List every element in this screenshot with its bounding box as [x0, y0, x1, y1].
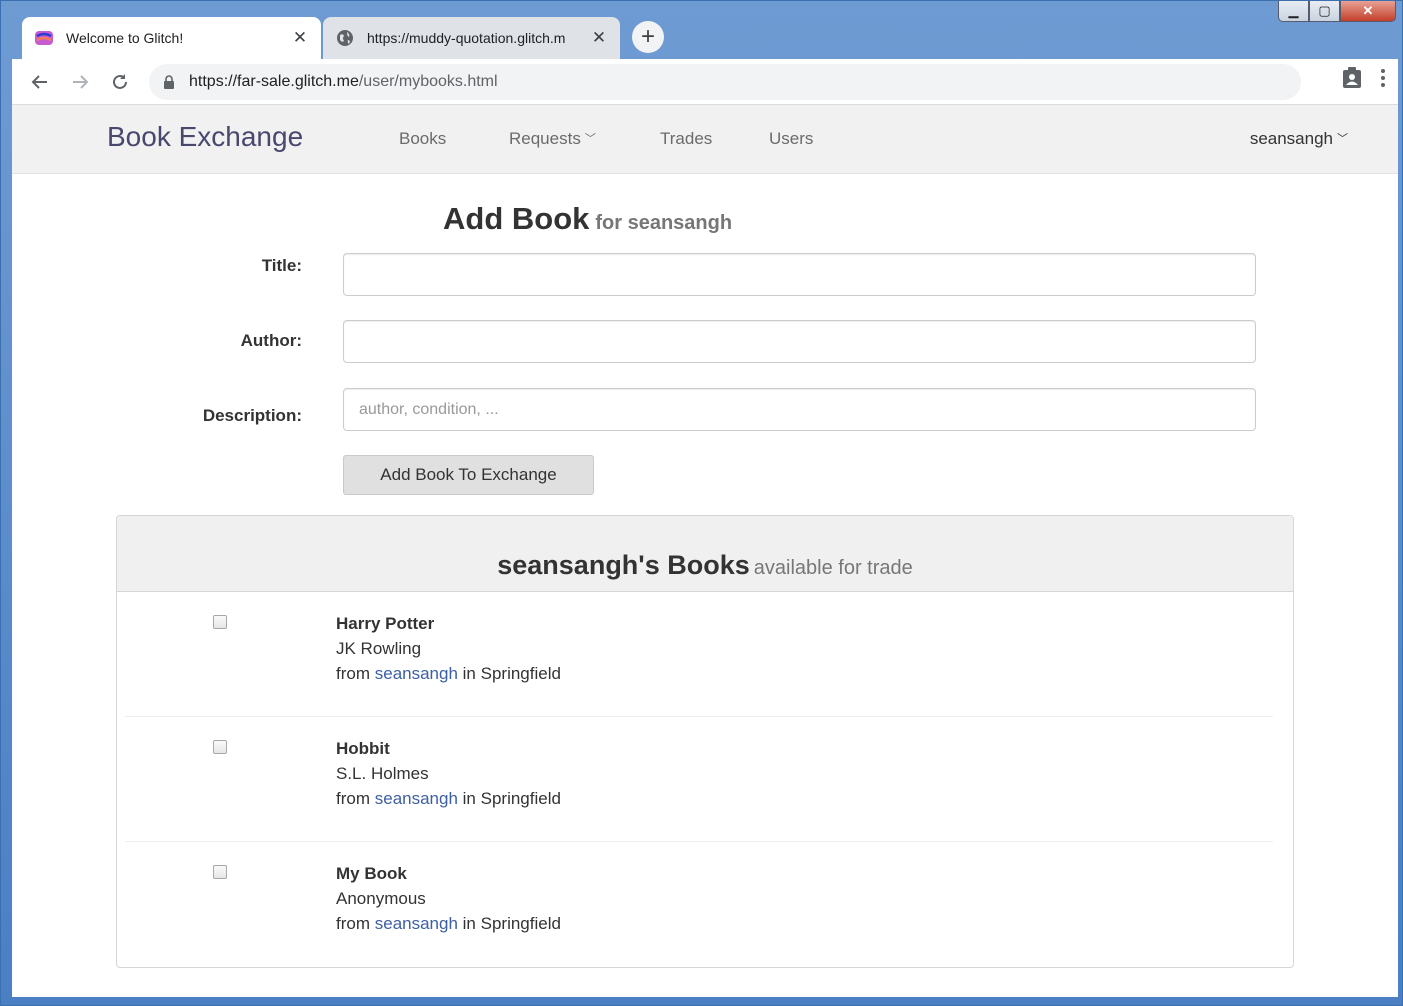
page-content: Book Exchange Books Requests ﹀ Trades Use…: [12, 105, 1398, 997]
page-title: Add Book: [443, 201, 590, 236]
title-input[interactable]: [343, 253, 1256, 296]
books-panel-heading: seansangh's Books available for trade: [117, 516, 1293, 592]
close-icon[interactable]: ✕: [590, 28, 608, 48]
book-owner-line: from seansangh in Springfield: [336, 661, 561, 686]
author-input[interactable]: [343, 320, 1256, 363]
reload-icon[interactable]: [100, 62, 140, 102]
book-info: My Book Anonymous from seansangh in Spri…: [336, 861, 561, 936]
owner-link[interactable]: seansangh: [375, 914, 458, 933]
book-author: JK Rowling: [336, 639, 422, 658]
menu-dots-icon[interactable]: [1380, 68, 1386, 93]
author-label: Author:: [240, 331, 302, 350]
globe-icon: [335, 28, 355, 48]
book-title: Hobbit: [336, 739, 390, 758]
page-subtitle: for seansangh: [595, 212, 733, 234]
from-word: from: [336, 914, 370, 933]
books-subheading: available for trade: [753, 557, 913, 579]
list-item: My Book Anonymous from seansangh in Spri…: [125, 842, 1273, 967]
book-owner-line: from seansangh in Springfield: [336, 911, 561, 936]
back-arrow-icon[interactable]: [20, 62, 60, 102]
nav-users[interactable]: Users: [769, 129, 813, 149]
list-item: Harry Potter JK Rowling from seansangh i…: [125, 592, 1273, 717]
description-input[interactable]: [343, 388, 1256, 431]
browser-window: Welcome to Glitch! ✕ https://muddy-quota…: [0, 0, 1403, 1006]
lock-icon: [163, 75, 175, 89]
nav-requests-label: Requests: [509, 129, 581, 148]
book-location: Springfield: [480, 664, 561, 683]
maximize-icon[interactable]: ▢: [1309, 1, 1340, 22]
in-word: in: [462, 664, 476, 683]
book-author: Anonymous: [336, 889, 426, 908]
tab-title: https://muddy-quotation.glitch.m: [367, 30, 566, 46]
book-owner-line: from seansangh in Springfield: [336, 786, 561, 811]
nav-trades[interactable]: Trades: [660, 129, 712, 149]
books-heading: seansangh's Books: [497, 550, 750, 580]
plus-icon[interactable]: +: [632, 21, 664, 53]
list-item: Hobbit S.L. Holmes from seansangh in Spr…: [125, 717, 1273, 842]
tab-muddy-quotation[interactable]: https://muddy-quotation.glitch.m ✕: [323, 17, 620, 59]
book-title: My Book: [336, 864, 407, 883]
book-title: Harry Potter: [336, 614, 435, 633]
book-info: Hobbit S.L. Holmes from seansangh in Spr…: [336, 736, 561, 811]
nav-requests[interactable]: Requests ﹀: [509, 129, 596, 149]
add-book-heading: Add Book for seansangh: [443, 201, 732, 237]
chevron-down-icon: ﹀: [1337, 133, 1348, 145]
minimize-icon[interactable]: ▁: [1278, 1, 1309, 22]
description-label: Description:: [202, 406, 302, 425]
book-location: Springfield: [480, 914, 561, 933]
url-host: https://far-sale.glitch.me: [189, 73, 359, 90]
book-select-checkbox[interactable]: [213, 615, 227, 629]
book-location: Springfield: [480, 789, 561, 808]
brand-link[interactable]: Book Exchange: [107, 121, 303, 153]
toolbar-actions: [1342, 67, 1386, 94]
book-select-checkbox[interactable]: [213, 740, 227, 754]
nav-books[interactable]: Books: [399, 129, 446, 149]
title-label: Title:: [261, 256, 302, 275]
user-name: seansangh: [1249, 129, 1333, 148]
window-controls: ▁ ▢ ✕: [1278, 1, 1396, 22]
forward-arrow-icon[interactable]: [60, 62, 100, 102]
tab-title: Welcome to Glitch!: [66, 30, 184, 46]
tab-welcome-to-glitch[interactable]: Welcome to Glitch! ✕: [22, 17, 321, 59]
close-icon[interactable]: ✕: [291, 28, 309, 48]
clipboard-extension-icon[interactable]: [1342, 67, 1362, 94]
in-word: in: [462, 789, 476, 808]
books-panel: seansangh's Books available for trade Har…: [116, 515, 1294, 968]
book-select-checkbox[interactable]: [213, 865, 227, 879]
owner-link[interactable]: seansangh: [375, 664, 458, 683]
url-path: /user/mybooks.html: [358, 73, 498, 90]
user-menu[interactable]: seansangh ﹀: [1250, 129, 1348, 149]
add-book-button[interactable]: Add Book To Exchange: [343, 455, 594, 495]
address-bar[interactable]: https://far-sale.glitch.me/user/mybooks.…: [149, 64, 1301, 100]
glitch-icon: [34, 28, 54, 48]
close-window-icon[interactable]: ✕: [1340, 1, 1396, 22]
site-navbar: Book Exchange Books Requests ﹀ Trades Use…: [12, 105, 1398, 174]
book-author: S.L. Holmes: [336, 764, 429, 783]
in-word: in: [462, 914, 476, 933]
chevron-down-icon: ﹀: [584, 133, 596, 145]
from-word: from: [336, 664, 370, 683]
owner-link[interactable]: seansangh: [375, 789, 458, 808]
from-word: from: [336, 789, 370, 808]
book-info: Harry Potter JK Rowling from seansangh i…: [336, 611, 561, 686]
tab-strip: Welcome to Glitch! ✕ https://muddy-quota…: [1, 1, 1402, 59]
browser-toolbar: https://far-sale.glitch.me/user/mybooks.…: [12, 59, 1398, 105]
